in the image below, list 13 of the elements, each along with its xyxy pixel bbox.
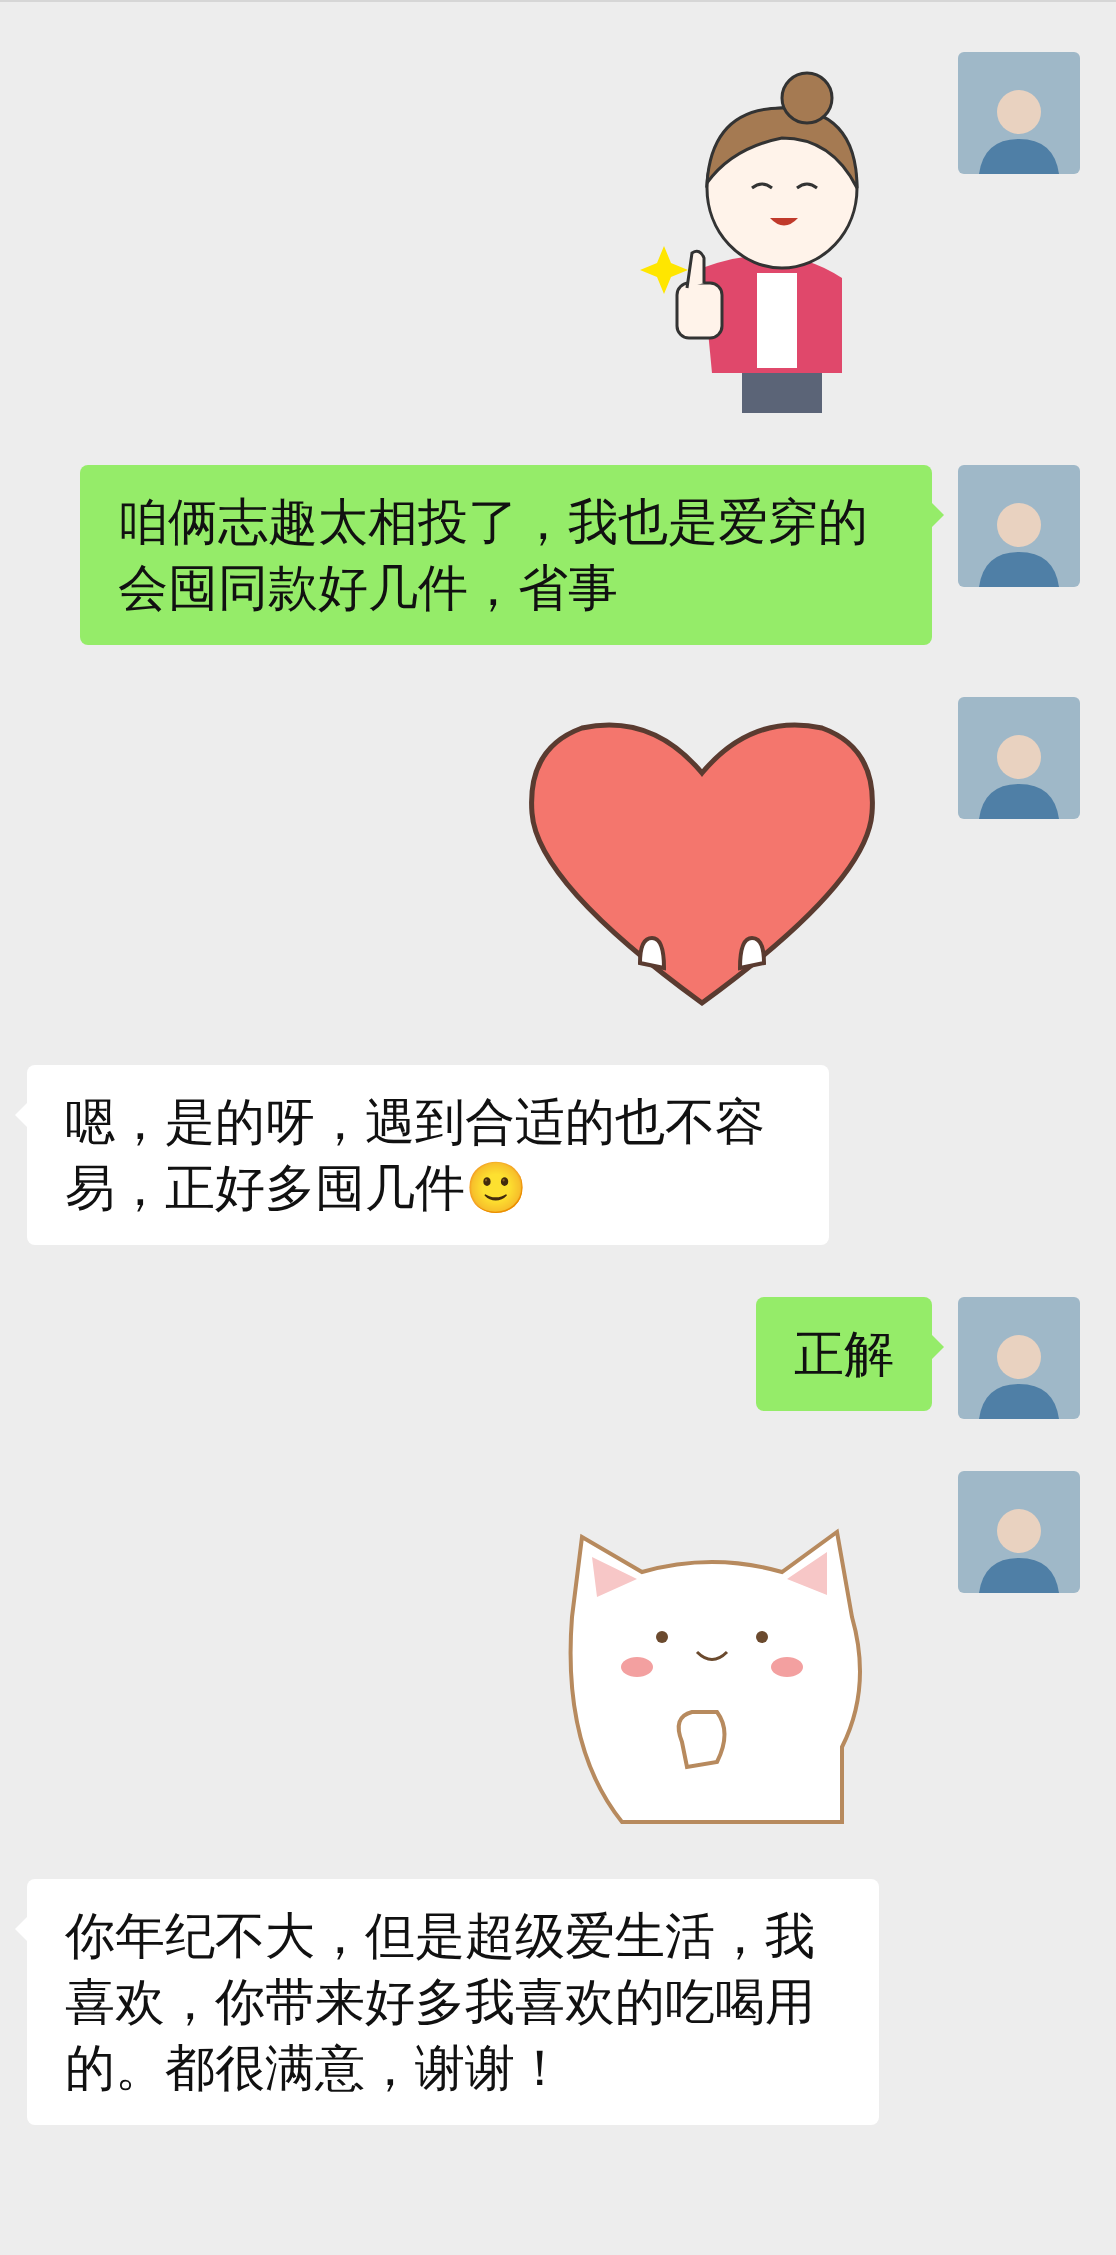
message-bubble[interactable]: 正解 (756, 1297, 932, 1411)
avatar-photo-placeholder[interactable] (958, 52, 1080, 174)
message-text: 嗯，是的呀，遇到合适的也不容易，正好多囤几件🙂 (65, 1094, 765, 1216)
message-bubble[interactable]: 你年纪不大，但是超级爱生活，我喜欢，你带来好多我喜欢的吃喝用的。都很满意，谢谢！ (27, 1879, 879, 2125)
message-bubble[interactable]: 咱俩志趣太相投了，我也是爱穿的会囤同款好几件，省事 (80, 465, 932, 645)
message-text: 你年纪不大，但是超级爱生活，我喜欢，你带来好多我喜欢的吃喝用的。都很满意，谢谢！ (65, 1908, 815, 2096)
avatar-photo-placeholder[interactable] (958, 1297, 1080, 1419)
avatar-photo-placeholder[interactable] (958, 465, 1080, 587)
message-bubble[interactable]: 嗯，是的呀，遇到合适的也不容易，正好多囤几件🙂 (27, 1065, 829, 1245)
message-text: 正解 (794, 1326, 894, 1382)
avatar-photo-placeholder[interactable] (958, 697, 1080, 819)
avatar-photo-placeholder[interactable] (958, 1471, 1080, 1593)
message-text: 咱俩志趣太相投了，我也是爱穿的会囤同款好几件，省事 (118, 494, 868, 616)
